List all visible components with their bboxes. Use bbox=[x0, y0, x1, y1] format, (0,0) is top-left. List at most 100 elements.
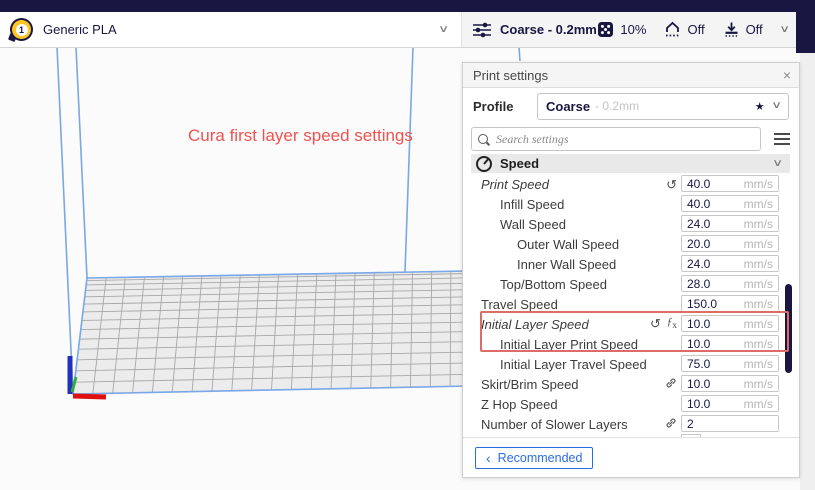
setting-row[interactable]: Outer Wall Speed 20.0 mm/s bbox=[463, 234, 799, 254]
infill-value: 10% bbox=[620, 22, 646, 37]
app-header-strip bbox=[0, 0, 815, 12]
setting-row[interactable]: Top/Bottom Speed 28.0mm/s bbox=[463, 274, 799, 294]
setting-value: 24.0 bbox=[682, 217, 710, 231]
setting-label: Initial Layer Travel Speed bbox=[500, 357, 647, 372]
speedometer-icon bbox=[476, 156, 492, 172]
setting-row[interactable]: Print Speed ↺ 40.0mm/s bbox=[463, 174, 799, 194]
setting-unit: mm/s bbox=[744, 197, 778, 211]
setting-row[interactable]: Infill Speed 40.0 mm/s bbox=[463, 194, 799, 214]
setting-row[interactable]: Number of Slower Layers 2 bbox=[463, 414, 799, 434]
setting-value: 20.0 bbox=[682, 237, 710, 251]
infill-summary: 10% bbox=[597, 21, 646, 38]
panel-footer: ‹ Recommended bbox=[463, 437, 799, 477]
setting-label: Top/Bottom Speed bbox=[500, 277, 607, 292]
setting-unit: mm/s bbox=[744, 257, 778, 271]
setting-unit: mm/s bbox=[744, 377, 778, 391]
annotation-box bbox=[480, 311, 789, 352]
chevron-down-icon: ∨ bbox=[771, 101, 782, 111]
setting-unit: mm/s bbox=[744, 397, 778, 411]
setting-row[interactable]: Wall Speed 24.0 mm/s bbox=[463, 214, 799, 234]
setting-row[interactable]: Inner Wall Speed 24.0 mm/s bbox=[463, 254, 799, 274]
link-icon bbox=[665, 377, 677, 391]
panel-header[interactable]: Print settings × bbox=[463, 63, 799, 88]
chevron-down-icon: ∨ bbox=[772, 159, 783, 169]
setting-value-box[interactable]: 10.0 mm/s bbox=[681, 395, 779, 412]
configuration-toolbar: 1 Generic PLA ∨ Coarse - 0.2mm 10% bbox=[0, 12, 800, 48]
profile-suffix: - 0.2mm bbox=[595, 99, 639, 113]
settings-visibility-menu-icon[interactable] bbox=[774, 133, 790, 145]
profile-label: Profile bbox=[463, 99, 537, 114]
reset-icon[interactable]: ↺ bbox=[666, 178, 677, 191]
annotation-text: Cura first layer speed settings bbox=[188, 126, 413, 146]
search-icon bbox=[478, 134, 488, 144]
setting-row[interactable]: Initial Layer Travel Speed 75.0 mm/s bbox=[463, 354, 799, 374]
search-box[interactable] bbox=[471, 127, 761, 151]
setting-label: Number of Slower Layers bbox=[481, 417, 628, 432]
chevron-down-icon: ∨ bbox=[438, 25, 449, 35]
setting-unit: mm/s bbox=[744, 237, 778, 251]
support-icon bbox=[664, 21, 681, 38]
setting-unit: mm/s bbox=[744, 217, 778, 231]
settings-list: Print Speed↺40.0mm/sInfill Speed40.0mm/s… bbox=[463, 174, 799, 434]
setting-row[interactable]: Skirt/Brim Speed 10.0 mm/s bbox=[463, 374, 799, 394]
setting-icons: ↺ bbox=[637, 178, 677, 191]
search-row bbox=[463, 124, 799, 154]
support-value: Off bbox=[687, 22, 704, 37]
support-summary: Off bbox=[664, 21, 704, 38]
adhesion-summary: Off bbox=[723, 21, 763, 38]
sliders-icon bbox=[472, 21, 492, 39]
setting-value: 10.0 bbox=[682, 377, 710, 391]
setting-value-box[interactable]: 24.0 mm/s bbox=[681, 255, 779, 272]
setting-unit: mm/s bbox=[744, 297, 778, 311]
profile-row: Profile Coarse - 0.2mm ★ ∨ bbox=[463, 88, 799, 124]
search-input[interactable] bbox=[494, 131, 754, 148]
section-header-speed[interactable]: Speed ∨ bbox=[471, 154, 790, 173]
recommended-button[interactable]: ‹ Recommended bbox=[475, 447, 593, 469]
setting-value: 10.0 bbox=[682, 397, 710, 411]
setting-value: 2 bbox=[682, 417, 694, 431]
star-icon: ★ bbox=[755, 100, 765, 113]
setting-value: 75.0 bbox=[682, 357, 710, 371]
setting-unit: mm/s bbox=[744, 357, 778, 371]
extruder-icon: 1 bbox=[10, 18, 33, 41]
app-header-corner bbox=[796, 0, 815, 53]
setting-label: Inner Wall Speed bbox=[517, 257, 616, 272]
setting-value-box[interactable]: 40.0 mm/s bbox=[681, 195, 779, 212]
setting-value-box[interactable]: 20.0 mm/s bbox=[681, 235, 779, 252]
profile-summary: Coarse - 0.2mm bbox=[500, 22, 597, 37]
setting-label: Skirt/Brim Speed bbox=[481, 377, 579, 392]
setting-value: 28.0 bbox=[682, 277, 710, 291]
setting-label: Wall Speed bbox=[500, 217, 566, 232]
print-settings-summary[interactable]: Coarse - 0.2mm 10% Off bbox=[462, 12, 800, 47]
setting-row[interactable]: Z Hop Speed 10.0 mm/s bbox=[463, 394, 799, 414]
material-name: Generic PLA bbox=[43, 22, 117, 37]
print-settings-panel: Print settings × Profile Coarse - 0.2mm … bbox=[462, 62, 800, 478]
profile-dropdown[interactable]: Coarse - 0.2mm ★ ∨ bbox=[537, 93, 789, 120]
setting-value-box[interactable]: 40.0mm/s bbox=[681, 175, 779, 192]
profile-value: Coarse bbox=[546, 99, 590, 114]
setting-icons bbox=[637, 417, 677, 431]
setting-label: Z Hop Speed bbox=[481, 397, 558, 412]
setting-label: Outer Wall Speed bbox=[517, 237, 619, 252]
setting-value-box[interactable]: 75.0 mm/s bbox=[681, 355, 779, 372]
material-selector[interactable]: 1 Generic PLA ∨ bbox=[0, 12, 462, 47]
setting-label: Travel Speed bbox=[481, 297, 558, 312]
setting-value: 40.0 bbox=[682, 197, 710, 211]
setting-value-box[interactable]: 2 bbox=[681, 415, 779, 432]
setting-icons bbox=[637, 377, 677, 391]
panel-title: Print settings bbox=[463, 68, 548, 83]
setting-label: Infill Speed bbox=[500, 197, 564, 212]
link-icon bbox=[665, 417, 677, 431]
chevron-down-icon[interactable]: ∨ bbox=[779, 25, 790, 35]
close-icon[interactable]: × bbox=[783, 67, 791, 83]
section-title: Speed bbox=[500, 156, 539, 171]
setting-value-box[interactable]: 150.0 mm/s bbox=[681, 295, 779, 312]
setting-value: 24.0 bbox=[682, 257, 710, 271]
setting-value-box[interactable]: 28.0mm/s bbox=[681, 275, 779, 292]
adhesion-value: Off bbox=[746, 22, 763, 37]
setting-label: Print Speed bbox=[481, 177, 549, 192]
setting-value-box[interactable]: 10.0 mm/s bbox=[681, 375, 779, 392]
setting-value-box[interactable]: 24.0 mm/s bbox=[681, 215, 779, 232]
setting-value: 150.0 bbox=[682, 297, 717, 311]
chevron-left-icon: ‹ bbox=[486, 451, 491, 465]
